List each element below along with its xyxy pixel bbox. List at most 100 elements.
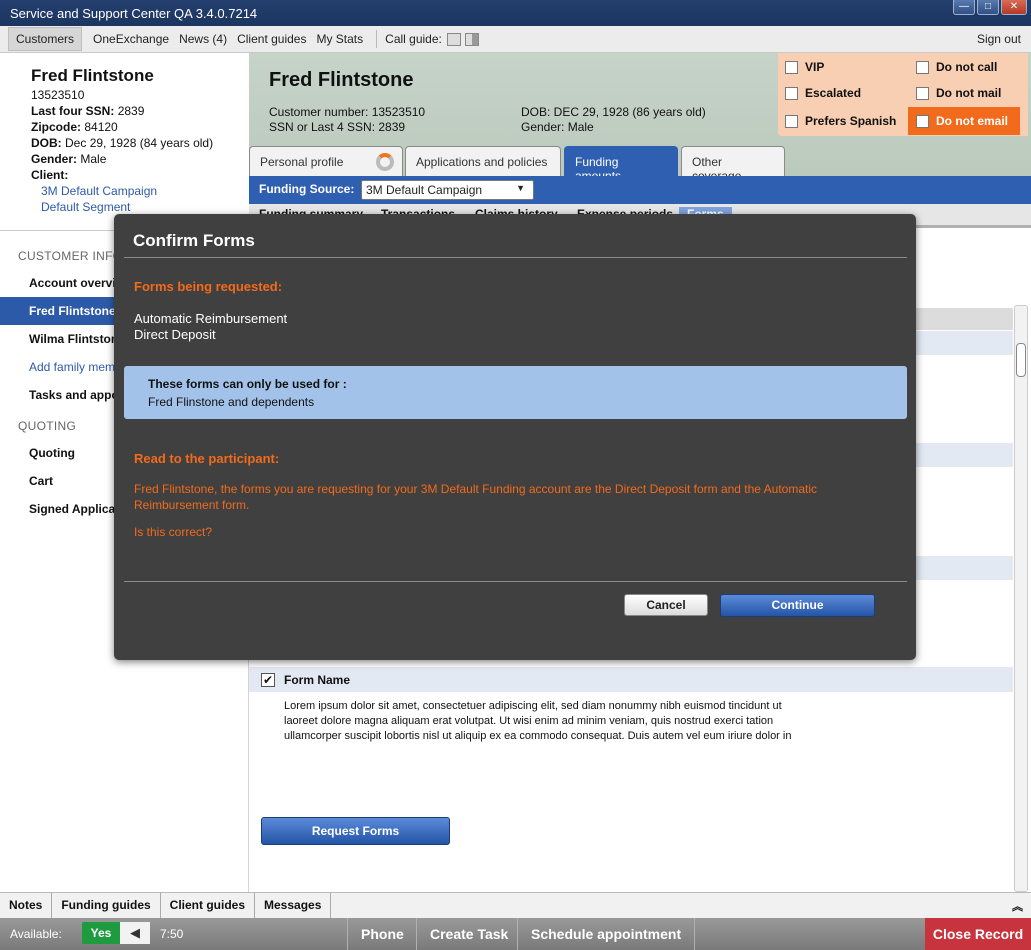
last-four-value: 2839 — [117, 104, 145, 118]
zipcode: Zipcode: 84120 — [31, 119, 249, 135]
flag-vip[interactable]: VIP — [785, 60, 824, 74]
flag-do-not-mail[interactable]: Do not mail — [916, 86, 1001, 100]
menu-client-guides[interactable]: Client guides — [232, 28, 311, 50]
maximize-button[interactable]: □ — [977, 0, 999, 15]
read-to-participant-heading: Read to the participant: — [134, 451, 280, 466]
client-campaign-link[interactable]: 3M Default Campaign — [31, 183, 249, 199]
client-label: Client: — [31, 168, 69, 182]
profile-tabs: Personal profile Applications and polici… — [249, 145, 1031, 183]
requested-form-item: Automatic Reimbursement — [134, 311, 288, 326]
content-scrollbar[interactable] — [1014, 305, 1028, 892]
usage-info-text: Fred Flinstone and dependents — [148, 395, 315, 409]
vip-checkbox[interactable] — [785, 60, 798, 74]
header-right-info: DOB: DEC 29, 1928 (86 years old) Gender:… — [521, 105, 706, 135]
requested-form-item: Direct Deposit — [134, 327, 216, 342]
menu-divider — [376, 30, 378, 48]
menu-customers[interactable]: Customers — [8, 27, 83, 51]
do-not-mail-checkbox[interactable] — [916, 86, 929, 100]
form-description: Lorem ipsum dolor sit amet, consectetuer… — [284, 700, 792, 742]
dialog-footer-divider — [124, 581, 907, 582]
availability-toggle[interactable]: Yes — [82, 922, 120, 944]
window-title: Service and Support Center QA 3.4.0.7214 — [10, 6, 258, 21]
customer-flags: VIP Escalated Prefers Spanish Do not cal… — [778, 53, 1028, 136]
usage-info-box: These forms can only be used for : Fred … — [124, 366, 907, 419]
flag-do-not-call[interactable]: Do not call — [916, 60, 997, 74]
progress-ring-icon — [376, 153, 394, 171]
sign-out-link[interactable]: Sign out — [977, 32, 1021, 46]
create-task-button[interactable]: Create Task — [416, 918, 521, 950]
spanish-checkbox[interactable] — [785, 114, 798, 128]
menu-news[interactable]: News (4) — [174, 28, 232, 50]
availability-label: Available: — [10, 927, 62, 941]
minimize-button[interactable]: — — [953, 0, 975, 15]
flag-spanish[interactable]: Prefers Spanish — [785, 114, 896, 128]
funding-source-label: Funding Source: — [259, 182, 355, 196]
window-controls: — □ ✕ — [953, 0, 1027, 15]
client: Client: — [31, 167, 249, 183]
menu-oneexchange[interactable]: OneExchange — [88, 28, 174, 50]
zip-value: 84120 — [84, 120, 118, 134]
customer-summary-card: Fred Flintstone 13523510 Last four SSN: … — [0, 53, 249, 231]
dropdown-arrow-icon: ▼ — [516, 183, 525, 193]
ssn-info: SSN or Last 4 SSN: 2839 — [269, 120, 406, 134]
dob-value: Dec 29, 1928 (84 years old) — [65, 136, 214, 150]
do-not-call-label: Do not call — [936, 60, 998, 74]
do-not-call-checkbox[interactable] — [916, 60, 929, 74]
cancel-button[interactable]: Cancel — [624, 594, 708, 616]
scrollbar-thumb[interactable] — [1016, 343, 1026, 377]
tab-funding-amounts[interactable]: Funding amounts — [564, 146, 678, 183]
form-checkbox[interactable]: ✔ — [261, 672, 275, 687]
tab-applications[interactable]: Applications and policies — [405, 146, 561, 176]
menu-bar: Customers OneExchange News (4) Client gu… — [0, 26, 1031, 53]
toggle-arrow-icon[interactable]: ◀ — [120, 922, 150, 944]
customer-number: Customer number: 13523510 — [269, 105, 426, 119]
phone-button[interactable]: Phone — [347, 918, 417, 950]
bottom-tab-funding-guides[interactable]: Funding guides — [52, 893, 161, 918]
zip-label: Zipcode: — [31, 120, 81, 134]
request-forms-button[interactable]: Request Forms — [261, 817, 450, 845]
do-not-mail-label: Do not mail — [936, 86, 1002, 100]
split-horizontal-icon[interactable] — [446, 32, 461, 46]
title-bar: Service and Support Center QA 3.4.0.7214… — [0, 0, 1031, 26]
expand-up-icon[interactable]: ︽ — [1012, 898, 1023, 914]
usage-info-heading: These forms can only be used for : — [148, 377, 347, 391]
do-not-email-checkbox[interactable] — [916, 114, 929, 128]
bottom-tab-client-guides[interactable]: Client guides — [161, 893, 256, 918]
tab-other-coverage[interactable]: Other coverage — [681, 146, 785, 183]
escalated-label: Escalated — [805, 86, 862, 100]
header-dob: DOB: DEC 29, 1928 (86 years old) — [521, 105, 706, 119]
tab-personal-profile[interactable]: Personal profile — [249, 146, 403, 176]
close-window-button[interactable]: ✕ — [1001, 0, 1027, 15]
flag-escalated[interactable]: Escalated — [785, 86, 861, 100]
form-name: Form Name — [284, 672, 351, 687]
schedule-appointment-button[interactable]: Schedule appointment — [517, 918, 696, 950]
split-vertical-icon[interactable] — [464, 32, 479, 46]
bottom-tab-notes[interactable]: Notes — [0, 893, 53, 918]
flag-do-not-email[interactable]: Do not email — [908, 107, 1021, 135]
dob: DOB: Dec 29, 1928 (84 years old) — [31, 135, 249, 151]
escalated-checkbox[interactable] — [785, 86, 798, 100]
bottom-tabs: Notes Funding guides Client guides Messa… — [0, 892, 1031, 918]
funding-source-value: 3M Default Campaign — [366, 183, 483, 197]
call-timer: 7:50 — [160, 927, 184, 941]
continue-button[interactable]: Continue — [720, 594, 875, 617]
last-four-label: Last four SSN: — [31, 104, 115, 118]
dialog-title: Confirm Forms — [133, 231, 255, 250]
last-four-ssn: Last four SSN: 2839 — [31, 103, 249, 119]
customer-id: 13523510 — [31, 88, 85, 102]
form-item-row[interactable]: ✔ Form Name — [249, 667, 1013, 692]
funding-source-select[interactable]: 3M Default Campaign ▼ — [361, 180, 534, 200]
dob-label: DOB: — [31, 136, 62, 150]
header-customer-name: Fred Flintstone — [269, 69, 414, 91]
close-record-button[interactable]: Close Record — [925, 918, 1031, 950]
menu-my-stats[interactable]: My Stats — [311, 28, 368, 50]
spanish-label: Prefers Spanish — [805, 114, 897, 128]
tab-personal-profile-label: Personal profile — [260, 155, 344, 169]
dialog-divider — [124, 257, 907, 258]
bottom-tab-messages[interactable]: Messages — [255, 893, 332, 918]
client-segment-link[interactable]: Default Segment — [31, 199, 249, 215]
funding-source-bar: Funding Source: 3M Default Campaign ▼ — [249, 176, 1031, 204]
header-left-info: Customer number: 13523510 SSN or Last 4 … — [269, 105, 425, 135]
customer-name: Fred Flintstone — [31, 66, 154, 85]
call-guide-label: Call guide: — [385, 32, 442, 46]
